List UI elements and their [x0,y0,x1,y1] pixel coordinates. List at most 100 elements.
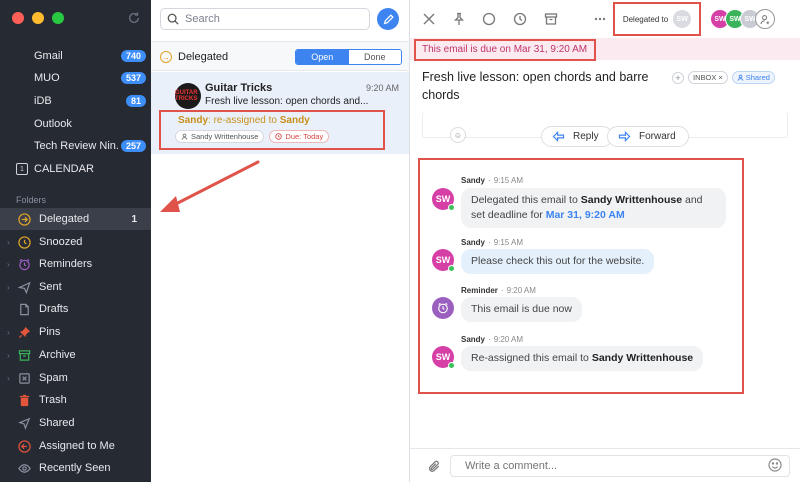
add-participant-icon[interactable] [755,9,775,29]
account-muo[interactable]: MUO 537 [34,68,146,88]
reply-label: Reply [573,131,599,142]
sidebar-item-spam[interactable]: › Spam [0,367,151,389]
email-subject: Fresh live lesson: open chords and barre… [422,70,649,102]
message-subject: Fresh live lesson: open chords and... [205,96,369,107]
account-outlook[interactable]: Outlook [34,114,146,134]
assignee-name: Sandy Writtenhouse [191,132,259,141]
alarm-icon [432,297,454,319]
chevron-right-icon[interactable]: › [7,351,17,360]
pin-icon [17,325,31,339]
sidebar-item-pins[interactable]: › Pins [0,321,151,343]
comment-meta: Sandy · 9:15 AM [461,176,524,185]
assigned-icon [17,439,31,453]
sidebar-item-reminders[interactable]: › Reminders [0,253,151,275]
due-text: Due: Today [285,132,324,141]
comment-bubble: Delegated this email to Sandy Writtenhou… [461,188,726,228]
account-gmail[interactable]: Gmail 740 [34,46,146,66]
minimize-window-button[interactable] [32,12,44,24]
sidebar-item-drafts[interactable]: Drafts [0,298,151,320]
chevron-right-icon[interactable]: › [7,238,17,247]
sidebar-item-calendar[interactable]: 1 CALENDAR [16,163,94,175]
sync-icon[interactable] [127,11,141,25]
more-icon[interactable] [593,12,607,26]
comment-mention: Sandy Writtenhouse [591,352,694,364]
comment-bubble: Please check this out for the website. [461,249,655,274]
folder-label: Shared [39,417,75,429]
unread-badge: 537 [120,72,146,84]
eye-icon [17,461,31,475]
avatar: SW [432,346,455,369]
reassigned-note: Sandy: re-assigned to Sandy [178,115,310,126]
online-indicator [448,265,455,272]
user-icon [181,133,188,140]
add-tag-button[interactable]: + [672,71,684,84]
circle-icon[interactable] [482,12,496,26]
spam-icon [17,371,31,385]
zoom-window-button[interactable] [52,12,64,24]
pencil-icon [383,13,394,24]
sidebar-item-archive[interactable]: › Archive [0,344,151,366]
highlight-box [613,2,701,36]
reassigned-text: : re-assigned to [208,115,280,126]
highlight-box [414,39,596,61]
comment-time: 9:15 AM [493,238,524,247]
participants-avatars[interactable]: SW SW SW [710,9,775,29]
comment-author: Reminder [461,286,498,295]
search-input[interactable]: Search [160,8,370,30]
comment-deadline: Mar 31, 9:20 AM [545,209,625,221]
archive-icon[interactable] [544,12,558,26]
comment-bubble: Re-assigned this email to Sandy Writtenh… [461,346,704,371]
sidebar: Gmail 740 MUO 537 iDB 81 Outlook Tech Re… [0,0,151,482]
emoji-icon[interactable] [768,458,782,472]
chevron-right-icon[interactable]: › [7,374,17,383]
shared-tag-label: Shared [745,73,770,82]
comment-input[interactable] [450,455,790,477]
trash-icon [17,393,31,407]
comment-author: Sandy [461,238,486,247]
shared-tag[interactable]: Shared [731,71,775,84]
account-label: MUO [34,72,60,84]
sidebar-item-assigned-to-me[interactable]: Assigned to Me [0,435,151,457]
sidebar-item-sent[interactable]: › Sent [0,276,151,298]
inbox-tag[interactable]: INBOX × [688,71,728,84]
close-icon[interactable]: × [718,73,722,82]
sender-name: Guitar Tricks [205,82,273,94]
account-tech-review[interactable]: Tech Review Nin... 257 [34,136,146,156]
send-icon [17,280,31,294]
close-window-button[interactable] [12,12,24,24]
delegated-icon [17,212,31,226]
tab-open[interactable]: Open [296,50,349,64]
sidebar-item-delegated[interactable]: Delegated 1 [0,208,151,230]
folder-label: Pins [39,326,61,338]
sidebar-item-shared[interactable]: Shared [0,412,151,434]
reply-button[interactable]: Reply [541,126,613,147]
inbox-tag-label: INBOX [693,73,717,82]
tab-done[interactable]: Done [348,50,401,64]
sidebar-item-recently-seen[interactable]: Recently Seen [0,457,151,479]
calendar-icon: 1 [16,163,28,175]
list-title: Delegated [178,51,229,63]
close-icon[interactable] [422,12,436,26]
archive-icon [17,348,31,362]
chevron-right-icon[interactable]: › [7,283,17,292]
comment-meta: Sandy · 9:20 AM [461,335,524,344]
sidebar-item-snoozed[interactable]: › Snoozed [0,231,151,253]
folder-label: Archive [39,349,76,361]
chevron-right-icon[interactable]: › [7,328,17,337]
forward-button[interactable]: Forward [607,126,689,147]
paperclip-icon[interactable] [428,460,441,473]
folder-label: Snoozed [39,236,83,248]
clock-icon[interactable] [513,12,527,26]
chevron-right-icon[interactable]: › [7,260,17,269]
emoji-reaction-button[interactable]: ☺ [450,127,466,143]
alarm-icon [17,257,31,271]
account-idb[interactable]: iDB 81 [34,91,146,111]
comment-meta: Sandy · 9:15 AM [461,238,524,247]
list-item[interactable]: GUITAR TRICKS Guitar Tricks 9:20 AM Fres… [151,72,409,154]
window-controls [12,12,64,24]
sidebar-item-trash[interactable]: Trash [0,389,151,411]
pin-icon[interactable] [452,12,466,26]
account-label: Gmail [34,50,63,62]
compose-button[interactable] [377,8,399,30]
online-indicator [448,204,455,211]
